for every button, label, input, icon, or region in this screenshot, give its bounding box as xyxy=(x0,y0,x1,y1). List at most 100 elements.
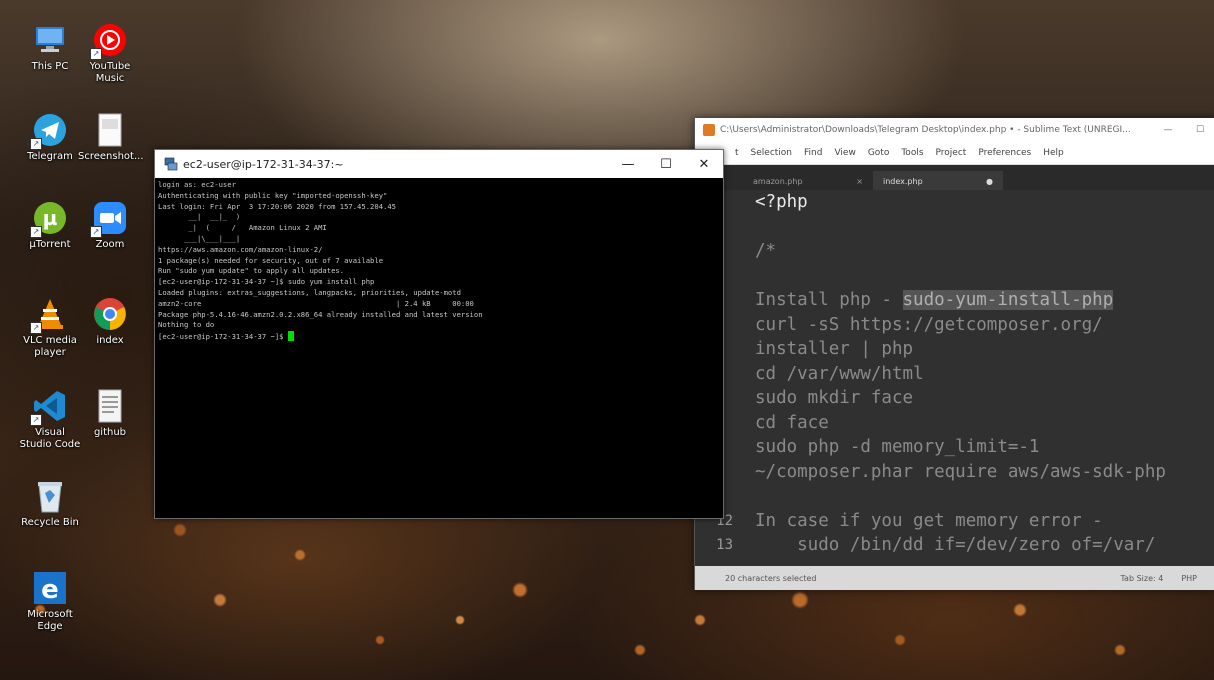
desktop-icon-vlc[interactable]: ↗ VLC media player xyxy=(18,296,82,359)
putty-window-title: ec2-user@ip-172-31-34-37:~ xyxy=(183,157,344,171)
youtube-music-icon: ↗ xyxy=(90,22,128,60)
icon-label: Telegram xyxy=(27,151,73,162)
desktop-icon-vscode[interactable]: ↗ Visual Studio Code xyxy=(18,388,82,451)
terminal-line: login as: ec2-user xyxy=(158,180,236,189)
desktop-icon-recycle-bin[interactable]: Recycle Bin xyxy=(18,478,82,529)
terminal-line: Run "sudo yum update" to apply all updat… xyxy=(158,266,345,276)
sublime-app-icon xyxy=(703,124,715,136)
code-text: Install php - xyxy=(755,290,903,311)
code-text: cd /var/www/html xyxy=(755,363,924,384)
desktop-icon-this-pc[interactable]: This PC xyxy=(18,22,82,73)
icon-label: This PC xyxy=(31,61,69,72)
putty-maximize-button[interactable]: ☐ xyxy=(647,157,685,172)
terminal-prompt-line: [ec2-user@ip-172-31-34-37 ~]$ xyxy=(158,331,720,343)
desktop-icon-screenshot[interactable]: Screenshot... xyxy=(78,112,144,163)
status-syntax[interactable]: PHP xyxy=(1181,574,1214,583)
edge-icon: e xyxy=(32,570,68,606)
menu-item-goto[interactable]: Goto xyxy=(868,148,890,158)
sublime-window-title: C:\Users\Administrator\Downloads\Telegra… xyxy=(720,125,1131,135)
sublime-minimize-button[interactable]: — xyxy=(1151,125,1185,135)
terminal-prompt: [ec2-user@ip-172-31-34-37 ~]$ xyxy=(158,332,288,342)
sublime-text-window[interactable]: C:\Users\Administrator\Downloads\Telegra… xyxy=(694,118,1214,590)
code-line: sudo php -d memory_limit=-1 xyxy=(695,435,1214,460)
code-text: cd face xyxy=(755,412,829,433)
code-text: installer | php xyxy=(755,339,914,360)
icon-label: Screenshot... xyxy=(78,151,144,162)
status-tab-size[interactable]: Tab Size: 4 xyxy=(1120,574,1181,583)
github-file-icon xyxy=(92,388,128,424)
icon-label: Zoom xyxy=(95,239,125,250)
tab-amazon-php[interactable]: amazon.php × xyxy=(743,171,873,191)
terminal-line: _| ( / Amazon Linux 2 AMI xyxy=(158,223,327,233)
icon-label: µTorrent xyxy=(29,239,71,250)
putty-terminal-window[interactable]: ec2-user@ip-172-31-34-37:~ — ☐ ✕ login a… xyxy=(154,149,724,519)
code-text: sudo php -d memory_limit=-1 xyxy=(755,437,1040,458)
code-text: In case if you get memory error - xyxy=(755,510,1103,531)
icon-label: github xyxy=(93,427,127,438)
menu-item-view[interactable]: View xyxy=(834,148,855,158)
terminal-line: Last login: Fri Apr 3 17:20:06 2020 from… xyxy=(158,201,396,211)
code-line: ~/composer.phar require aws/aws-sdk-php xyxy=(695,460,1214,485)
code-line: 12 In case if you get memory error - xyxy=(695,509,1214,534)
terminal-line: Loaded plugins: extras_suggestions, lang… xyxy=(158,287,461,297)
code-line: curl -sS https://getcomposer.org/ xyxy=(695,313,1214,338)
menu-item-project[interactable]: Project xyxy=(936,148,967,158)
icon-label: Visual Studio Code xyxy=(19,427,81,450)
tab-close-icon[interactable]: × xyxy=(856,177,863,186)
desktop-icon-github[interactable]: github xyxy=(78,388,142,439)
desktop-icon-edge[interactable]: e Microsoft Edge xyxy=(18,570,82,633)
menu-item-preferences[interactable]: Preferences xyxy=(978,148,1031,158)
telegram-icon: ↗ xyxy=(30,112,68,150)
menu-item-selection[interactable]: Selection xyxy=(751,148,792,158)
sublime-titlebar[interactable]: C:\Users\Administrator\Downloads\Telegra… xyxy=(695,118,1214,142)
code-line: /* xyxy=(695,239,1214,264)
icon-label: index xyxy=(96,335,124,346)
code-line: sudo mkdir face xyxy=(695,386,1214,411)
putty-minimize-button[interactable]: — xyxy=(609,157,647,172)
menu-item-tools[interactable]: Tools xyxy=(901,148,923,158)
code-text: curl -sS https://getcomposer.org/ xyxy=(755,314,1103,335)
terminal-line: Package php-5.4.16-46.amzn2.0.2.x86_64 a… xyxy=(158,309,483,319)
code-line: cd face xyxy=(695,411,1214,436)
menu-item-selection-partial[interactable]: t xyxy=(735,148,739,158)
terminal-line: Authenticating with public key "imported… xyxy=(158,190,388,200)
putty-app-icon xyxy=(164,157,178,171)
code-line: <?php xyxy=(695,190,1214,215)
terminal-line: [ec2-user@ip-172-31-34-37 ~]$ sudo yum i… xyxy=(158,277,375,287)
desktop-icon-utorrent[interactable]: µ ↗ µTorrent xyxy=(18,200,82,251)
icon-label: VLC media player xyxy=(23,335,77,358)
chrome-index-icon xyxy=(92,296,128,332)
vscode-icon: ↗ xyxy=(30,388,68,426)
code-editor[interactable]: <?php /* Install php - sudo-yum-install-… xyxy=(695,190,1214,566)
icon-label: Recycle Bin xyxy=(21,517,79,528)
terminal-output[interactable]: login as: ec2-user Authenticating with pu… xyxy=(158,180,720,518)
code-text: sudo /bin/dd if=/dev/zero of=/var/ xyxy=(755,535,1156,556)
tab-label: index.php xyxy=(883,176,923,186)
menu-item-find[interactable]: Find xyxy=(804,148,822,158)
desktop-icon-telegram[interactable]: ↗ Telegram xyxy=(18,112,82,163)
utorrent-icon: µ ↗ xyxy=(30,200,68,238)
code-text: /* xyxy=(755,241,777,262)
zoom-icon: ↗ xyxy=(90,200,128,238)
svg-text:e: e xyxy=(41,575,59,605)
putty-titlebar[interactable]: ec2-user@ip-172-31-34-37:~ — ☐ ✕ xyxy=(155,150,723,178)
desktop-icon-youtube-music[interactable]: ↗ YouTube Music xyxy=(78,22,142,85)
desktop-icon-zoom[interactable]: ↗ Zoom xyxy=(78,200,142,251)
svg-text:µ: µ xyxy=(43,206,58,230)
menu-item-help[interactable]: Help xyxy=(1043,148,1064,158)
terminal-line: ___|\___|___| xyxy=(158,233,241,243)
tab-modified-icon[interactable]: ● xyxy=(986,177,993,186)
desktop-icon-index[interactable]: index xyxy=(78,296,142,347)
putty-close-button[interactable]: ✕ xyxy=(685,157,723,172)
tab-index-php[interactable]: index.php ● xyxy=(873,171,1003,191)
sublime-tabbar: amazon.php × index.php ● xyxy=(695,165,1214,191)
icon-label: Microsoft Edge xyxy=(27,609,73,632)
line-number: 13 xyxy=(716,537,733,554)
sublime-maximize-button[interactable]: ☐ xyxy=(1185,125,1214,135)
icon-label: YouTube Music xyxy=(89,61,131,84)
terminal-cursor xyxy=(287,331,294,342)
code-line: cd /var/www/html xyxy=(695,362,1214,387)
